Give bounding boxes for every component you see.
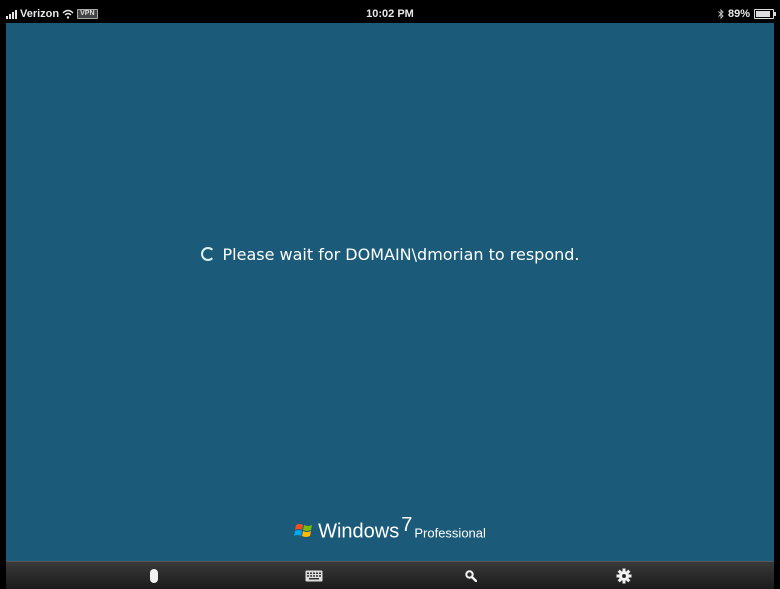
device-frame: Verizon VPN 10:02 PM 89% Please wait for… [0,0,780,589]
zoom-button[interactable] [451,565,491,587]
keyboard-icon [305,570,323,582]
loading-spinner-icon [200,247,215,261]
wait-message: Please wait for DOMAIN\dmorian to respon… [6,245,774,264]
status-bar: Verizon VPN 10:02 PM 89% [6,6,776,23]
mouse-button[interactable] [134,565,174,587]
brand-edition: Professional [414,525,486,541]
keyboard-button[interactable] [294,565,334,587]
bottom-toolbar [6,561,774,589]
brand-name: Windows [318,520,400,543]
battery-icon [754,9,776,19]
battery-percent: 89% [727,8,750,20]
gear-icon [616,568,632,584]
bluetooth-icon [718,9,724,19]
settings-button[interactable] [604,565,644,587]
brand-version: 7 [401,514,413,536]
mouse-icon [150,569,158,583]
wait-message-text: Please wait for DOMAIN\dmorian to respon… [222,245,580,264]
remote-desktop-screen[interactable]: Please wait for DOMAIN\dmorian to respon… [6,23,774,561]
search-icon [465,570,477,582]
windows-branding: Windows 7 Professional [6,514,774,543]
battery-fill [756,11,771,17]
status-time: 10:02 PM [366,8,414,20]
windows-logo-icon [294,524,313,538]
status-right: 89% [718,8,776,20]
